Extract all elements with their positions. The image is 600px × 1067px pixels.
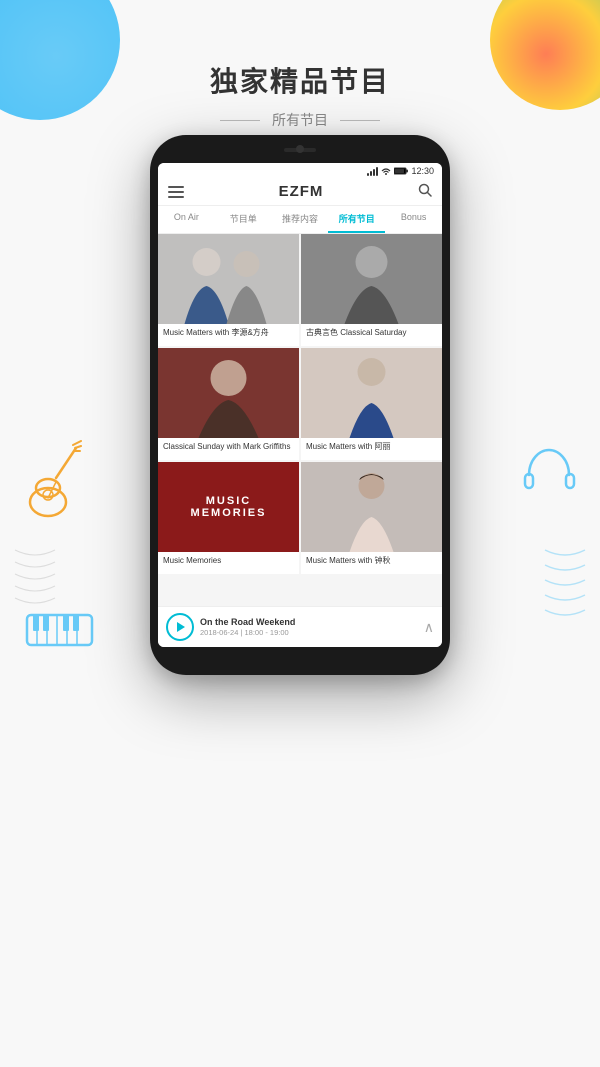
program-card-music-matters-1[interactable]: Music Matters with 李源&方舟: [158, 234, 299, 346]
app-top-bar: EZFM: [158, 178, 442, 206]
status-time: 12:30: [411, 166, 434, 176]
music-lines-decoration-right: [540, 530, 590, 655]
tab-all-programs[interactable]: 所有节目: [328, 206, 385, 233]
tab-bonus[interactable]: Bonus: [385, 206, 442, 233]
headphone-decoration: [517, 440, 582, 505]
play-icon: [177, 622, 185, 632]
piano-decoration: [22, 600, 92, 650]
player-info: On the Road Weekend 2018-06-24 | 18:00 -…: [200, 617, 418, 637]
signal-icon: [367, 167, 378, 176]
grid-row-3: MUSIC MEMORIES Music Memories: [158, 462, 442, 574]
grid-row-2: Classical Sunday with Mark Griffiths: [158, 348, 442, 460]
program-card-music-matters-ali[interactable]: Music Matters with 阿丽: [301, 348, 442, 460]
grid-row-1: Music Matters with 李源&方舟 古典言色: [158, 234, 442, 346]
program-title-classical-sunday: Classical Sunday with Mark Griffiths: [158, 438, 299, 460]
program-title-music-matters-zh: Music Matters with 钟秋: [301, 552, 442, 574]
battery-icon: [394, 167, 408, 175]
programs-grid: Music Matters with 李源&方舟 古典言色: [158, 234, 442, 606]
player-meta: 2018-06-24 | 18:00 - 19:00: [200, 628, 418, 637]
program-card-music-memories[interactable]: MUSIC MEMORIES Music Memories: [158, 462, 299, 574]
phone-body: 12:30 EZFM On Air 节目单 推荐内容: [150, 135, 450, 675]
page-subtitle: 所有节目: [0, 110, 600, 130]
program-card-classical-sunday[interactable]: Classical Sunday with Mark Griffiths: [158, 348, 299, 460]
program-card-classical-saturday[interactable]: 古典言色 Classical Saturday: [301, 234, 442, 346]
player-bar: On the Road Weekend 2018-06-24 | 18:00 -…: [158, 606, 442, 647]
program-card-music-matters-zh[interactable]: Music Matters with 钟秋: [301, 462, 442, 574]
wifi-icon: [381, 167, 391, 175]
program-title-classical-saturday: 古典言色 Classical Saturday: [301, 324, 442, 346]
tab-playlist[interactable]: 节目单: [215, 206, 272, 233]
tab-recommended[interactable]: 推荐内容: [272, 206, 329, 233]
tab-on-air[interactable]: On Air: [158, 206, 215, 233]
player-title: On the Road Weekend: [200, 617, 418, 627]
guitar-decoration: [18, 430, 88, 520]
app-name: EZFM: [184, 183, 418, 200]
tab-bar: On Air 节目单 推荐内容 所有节目 Bonus: [158, 206, 442, 234]
phone-mockup: 12:30 EZFM On Air 节目单 推荐内容: [150, 135, 450, 675]
phone-camera: [296, 145, 304, 153]
status-bar: 12:30: [158, 163, 442, 178]
menu-icon[interactable]: [168, 186, 184, 198]
subtitle-text: 所有节目: [272, 110, 328, 130]
play-button[interactable]: [166, 613, 194, 641]
search-button[interactable]: [418, 183, 432, 200]
chevron-up-icon[interactable]: ∧: [424, 619, 434, 636]
program-title-music-memories: Music Memories: [158, 552, 299, 574]
program-title-music-matters-1: Music Matters with 李源&方舟: [158, 324, 299, 346]
program-title-music-matters-ali: Music Matters with 阿丽: [301, 438, 442, 460]
phone-screen: 12:30 EZFM On Air 节目单 推荐内容: [158, 163, 442, 647]
